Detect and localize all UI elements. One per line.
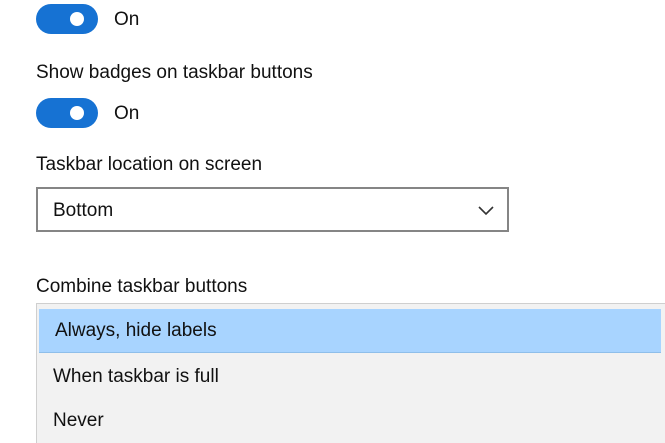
toggle-knob <box>70 106 84 120</box>
taskbar-location-label: Taskbar location on screen <box>36 154 263 175</box>
dropdown-option-never[interactable]: Never <box>37 399 665 443</box>
show-badges-toggle[interactable] <box>36 98 98 128</box>
show-badges-label: Show badges on taskbar buttons <box>36 62 313 83</box>
chevron-down-icon <box>478 206 494 216</box>
show-badges-state-label: On <box>114 103 140 124</box>
toggle-knob <box>70 12 84 26</box>
combine-buttons-dropdown-list: Always, hide labels When taskbar is full… <box>36 303 665 443</box>
taskbar-location-dropdown[interactable]: Bottom <box>36 187 509 232</box>
dropdown-option-when-taskbar-full[interactable]: When taskbar is full <box>37 355 665 399</box>
toggle-top-state-label: On <box>114 9 140 30</box>
taskbar-location-selected-value: Bottom <box>53 200 114 221</box>
dropdown-option-always-hide-labels[interactable]: Always, hide labels <box>39 309 661 353</box>
toggle-switch-top[interactable] <box>36 4 98 34</box>
combine-buttons-label: Combine taskbar buttons <box>36 276 248 297</box>
